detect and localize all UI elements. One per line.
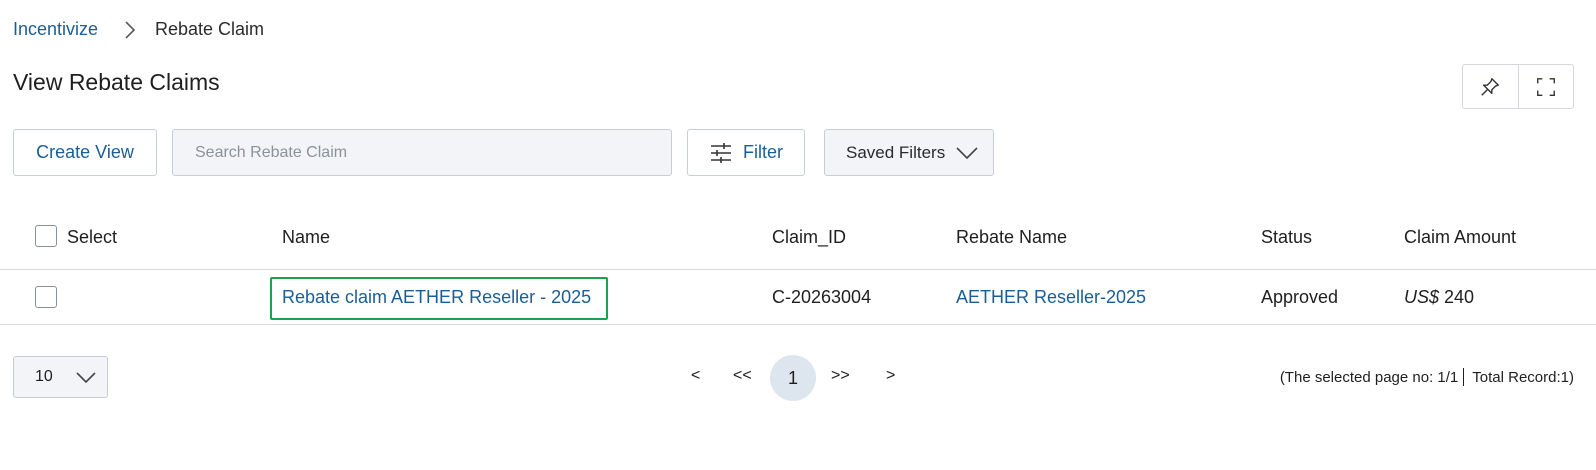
row-claim-id: C-20263004 [772,287,872,307]
saved-filters-dropdown[interactable]: Saved Filters [824,129,994,176]
expand-icon [1536,77,1555,96]
breadcrumb-current: Rebate Claim [155,19,265,39]
page-size-select[interactable]: 10 [13,356,108,398]
view-actions [1462,64,1574,109]
row-select-checkbox[interactable] [35,286,57,308]
create-view-button[interactable]: Create View [13,129,157,176]
chevron-right-icon [125,21,136,39]
fullscreen-button[interactable] [1517,65,1574,108]
table-row-divider [0,324,1596,325]
chevron-down-icon [956,146,978,159]
filter-sliders-icon [711,142,731,163]
column-header-name[interactable]: Name [282,227,330,248]
row-claim-amount: US$ 240 [1404,287,1474,308]
row-amount: 240 [1444,287,1475,307]
filter-button[interactable]: Filter [687,129,805,176]
total-record-info: Total Record:1) [1472,368,1574,386]
select-all-checkbox[interactable] [35,225,57,247]
selected-page-info: (The selected page no: 1/1 [1279,368,1459,386]
filter-label: Filter [743,142,783,162]
column-header-claim-id[interactable]: Claim_ID [772,227,846,248]
pagination-last-button[interactable]: >> [831,367,850,385]
pagination-current-page[interactable]: 1 [770,355,816,401]
row-name-link[interactable]: Rebate claim AETHER Reseller - 2025 [282,287,591,308]
column-header-rebate-name[interactable]: Rebate Name [956,227,1067,248]
column-header-select: Select [67,227,118,247]
column-header-status[interactable]: Status [1261,227,1312,248]
row-rebate-name-link[interactable]: AETHER Reseller-2025 [956,287,1146,308]
pagination-prev-button[interactable]: < [691,367,700,385]
search-input[interactable] [172,129,672,176]
info-divider [1463,368,1465,386]
pagination-next-button[interactable]: > [886,367,895,385]
chevron-down-icon [76,372,96,384]
pin-icon [1481,77,1500,96]
page-size-value: 10 [35,368,53,385]
page-title: View Rebate Claims [13,69,220,95]
saved-filters-label: Saved Filters [846,142,946,162]
pin-button[interactable] [1463,65,1518,108]
column-header-claim-amount[interactable]: Claim Amount [1404,227,1516,248]
breadcrumb-incentivize-link[interactable]: Incentivize [13,19,98,40]
row-currency: US$ [1404,287,1440,307]
pagination-info: (The selected page no: 1/1 Total Record:… [1280,368,1574,386]
row-status: Approved [1261,287,1339,307]
pagination-first-button[interactable]: << [733,367,752,385]
